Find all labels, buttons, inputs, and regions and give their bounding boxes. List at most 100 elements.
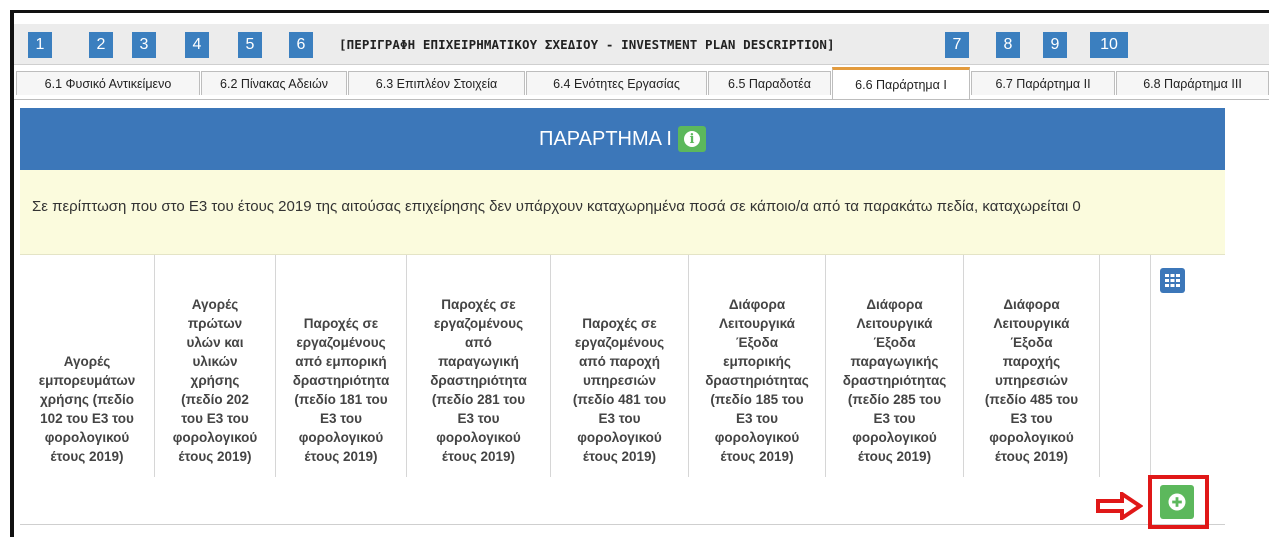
column-header-label: Διάφορα Λειτουργικά Έξοδα εμπορικής δραστηρι… (705, 295, 809, 466)
column-header: Διάφορα Λειτουργικά Έξοδα παροχής υπηρεσιών (… (964, 255, 1100, 477)
info-button[interactable]: i (678, 126, 706, 152)
tab-6-7[interactable]: 6.7 Παράρτημα ΙΙ (971, 71, 1115, 95)
column-header-line: φορολογικού (298, 430, 384, 445)
column-header-line: (πεδίο 202 (181, 392, 249, 407)
column-header-line: έτους 2019) (178, 449, 252, 464)
step-1-button[interactable]: 1 (28, 32, 52, 58)
tab-6-1[interactable]: 6.1 Φυσικό Αντικείμενο (16, 71, 200, 95)
column-header-line: έτους 2019) (720, 449, 794, 464)
column-header-line: Διάφορα (866, 297, 923, 312)
column-header-line: Έξοδα (735, 335, 779, 350)
column-header-line: Ε3 του (1010, 411, 1053, 426)
steps-bar: 1 2 3 4 5 6 [ΠΕΡΙΓΡΑΦΗ ΕΠΙΧΕΙΡΗΜΑΤΙΚΟΥ Σ… (14, 24, 1269, 65)
column-chooser-button[interactable] (1160, 268, 1185, 293)
column-header-line: Λειτουργικά (719, 316, 795, 331)
column-header-line: φορολογικού (44, 430, 130, 445)
arrow-right-icon (1096, 492, 1143, 520)
column-header-line: Παροχές σε (441, 297, 516, 312)
step-10-button[interactable]: 10 (1090, 32, 1128, 58)
column-header-line: Ε3 του (873, 411, 916, 426)
table-header: Αγορές εμπορευμάτων χρήσης (πεδίο 102 του Ε… (20, 255, 1225, 478)
column-header-line: εργαζομένους (296, 335, 386, 350)
column-header-label: Αγορές πρώτων υλών και υλικών χρήσης (πεδίο 2… (173, 295, 258, 466)
tab-6-4[interactable]: 6.4 Ενότητες Εργασίας (526, 71, 707, 95)
column-header-line: Ε3 του (598, 411, 641, 426)
table-body (20, 477, 1225, 525)
column-header-line: (πεδίο 181 του (294, 392, 388, 407)
column-header-label: Αγορές εμπορευμάτων χρήσης (πεδίο 102 του Ε… (39, 352, 136, 466)
step-7-button[interactable]: 7 (945, 32, 969, 58)
column-header-line: υλών και (186, 335, 244, 350)
subtabs-bar: 6.1 Φυσικό Αντικείμενο 6.2 Πίνακας Αδειώ… (14, 67, 1269, 100)
column-header-line: δραστηριότητα (430, 373, 527, 388)
column-header-line: έτους 2019) (857, 449, 932, 464)
column-header-line: παραγωγική (438, 354, 519, 369)
column-header-line: Ε3 του (457, 411, 500, 426)
column-header-line: Λειτουργικά (856, 316, 933, 331)
column-header-line: Παροχές σε (582, 316, 657, 331)
column-header-line: έτους 2019) (441, 449, 516, 464)
column-header-line: εμπορευμάτων (38, 373, 136, 388)
column-header-line: (πεδίο 185 του (710, 392, 804, 407)
column-header: Αγορές εμπορευμάτων χρήσης (πεδίο 102 του Ε… (20, 255, 155, 477)
column-header-line: εμπορικής (723, 354, 791, 369)
column-header-line: εργαζομένους (433, 316, 524, 331)
column-header-line: δραστηριότητα (292, 373, 390, 388)
add-row-button[interactable] (1160, 485, 1194, 519)
grid-icon (1165, 274, 1180, 287)
info-circle-icon: i (684, 131, 700, 147)
step-9-button[interactable]: 9 (1043, 32, 1067, 58)
active-step-title: [ΠΕΡΙΓΡΑΦΗ ΕΠΙΧΕΙΡΗΜΑΤΙΚΟΥ ΣΧΕΔΙΟΥ - INV… (339, 37, 835, 52)
column-header-label: Παροχές σε εργαζομένους από παροχή υπηρεσιώ… (573, 314, 666, 466)
column-header-line: Παροχές σε (303, 316, 379, 331)
column-header: Παροχές σε εργαζομένους από παραγωγική δραστ… (407, 255, 551, 477)
column-header: Διάφορα Λειτουργικά Έξοδα εμπορικής δραστηρι… (689, 255, 826, 477)
column-header-line: έτους 2019) (994, 449, 1069, 464)
column-header-line: έτους 2019) (582, 449, 657, 464)
step-3-button[interactable]: 3 (132, 32, 156, 58)
column-header-line: Διάφορα (728, 297, 786, 312)
column-header-line: Αγορές (191, 297, 239, 312)
column-header-line: Αγορές (63, 354, 111, 369)
step-8-button[interactable]: 8 (996, 32, 1020, 58)
step-2-button[interactable]: 2 (89, 32, 113, 58)
tab-6-3[interactable]: 6.3 Επιπλέον Στοιχεία (348, 71, 525, 95)
column-header-line: Διάφορα (1003, 297, 1060, 312)
step-5-button[interactable]: 5 (238, 32, 262, 58)
panel-title: ΠΑΡΑΡΤΗΜΑ Ι (539, 127, 672, 150)
column-header-line: (πεδίο 285 του (847, 392, 942, 407)
column-header-line: Ε3 του (735, 411, 779, 426)
tab-6-6[interactable]: 6.6 Παράρτημα Ι (832, 67, 970, 99)
tab-6-5[interactable]: 6.5 Παραδοτέα (708, 71, 831, 95)
column-header-line: από (465, 335, 492, 350)
column-header-line: φορολογικού (714, 430, 800, 445)
column-header-line: (πεδίο 485 του (984, 392, 1079, 407)
column-header-line: φορολογικού (577, 430, 662, 445)
panel-header: ΠΑΡΑΡΤΗΜΑ Ι i (20, 108, 1225, 170)
column-header-label: Διάφορα Λειτουργικά Έξοδα παροχής υπηρεσιών (… (985, 295, 1078, 466)
column-header-line: πρώτων (187, 316, 243, 331)
column-header-line: Λειτουργικά (993, 316, 1070, 331)
column-header-line: εργαζομένους (574, 335, 665, 350)
column-header-line: φορολογικού (436, 430, 521, 445)
column-header-line: υπηρεσιών (994, 373, 1069, 388)
column-header-label: Παροχές σε εργαζομένους από παραγωγική δραστ… (430, 295, 527, 466)
column-header-line: Ε3 του (319, 411, 362, 426)
column-header-line: έτους 2019) (304, 449, 378, 464)
tab-6-8[interactable]: 6.8 Παράρτημα ΙΙΙ (1116, 71, 1269, 95)
column-header-line: φορολογικού (172, 430, 258, 445)
column-header-line: υλικών (192, 354, 238, 369)
column-header-label: Παροχές σε εργαζομένους από εμπορική δραστη… (293, 314, 390, 466)
step-4-button[interactable]: 4 (185, 32, 209, 58)
column-header-line: φορολογικού (989, 430, 1074, 445)
column-header-line: παροχής (1002, 354, 1061, 369)
notice-message: Σε περίπτωση που στο Ε3 του έτους 2019 τ… (20, 170, 1225, 255)
column-header: Διάφορα Λειτουργικά Έξοδα παραγωγικής δραστη… (826, 255, 964, 477)
column-header-line: (πεδίο 281 του (431, 392, 526, 407)
tab-6-2[interactable]: 6.2 Πίνακας Αδειών (201, 71, 347, 95)
column-header-line: έτους 2019) (50, 449, 124, 464)
step-6-button[interactable]: 6 (289, 32, 313, 58)
column-header-line: δραστηριότητας (842, 373, 947, 388)
column-header-line: χρήσης (190, 373, 240, 388)
column-header-line: δραστηριότητας (705, 373, 809, 388)
